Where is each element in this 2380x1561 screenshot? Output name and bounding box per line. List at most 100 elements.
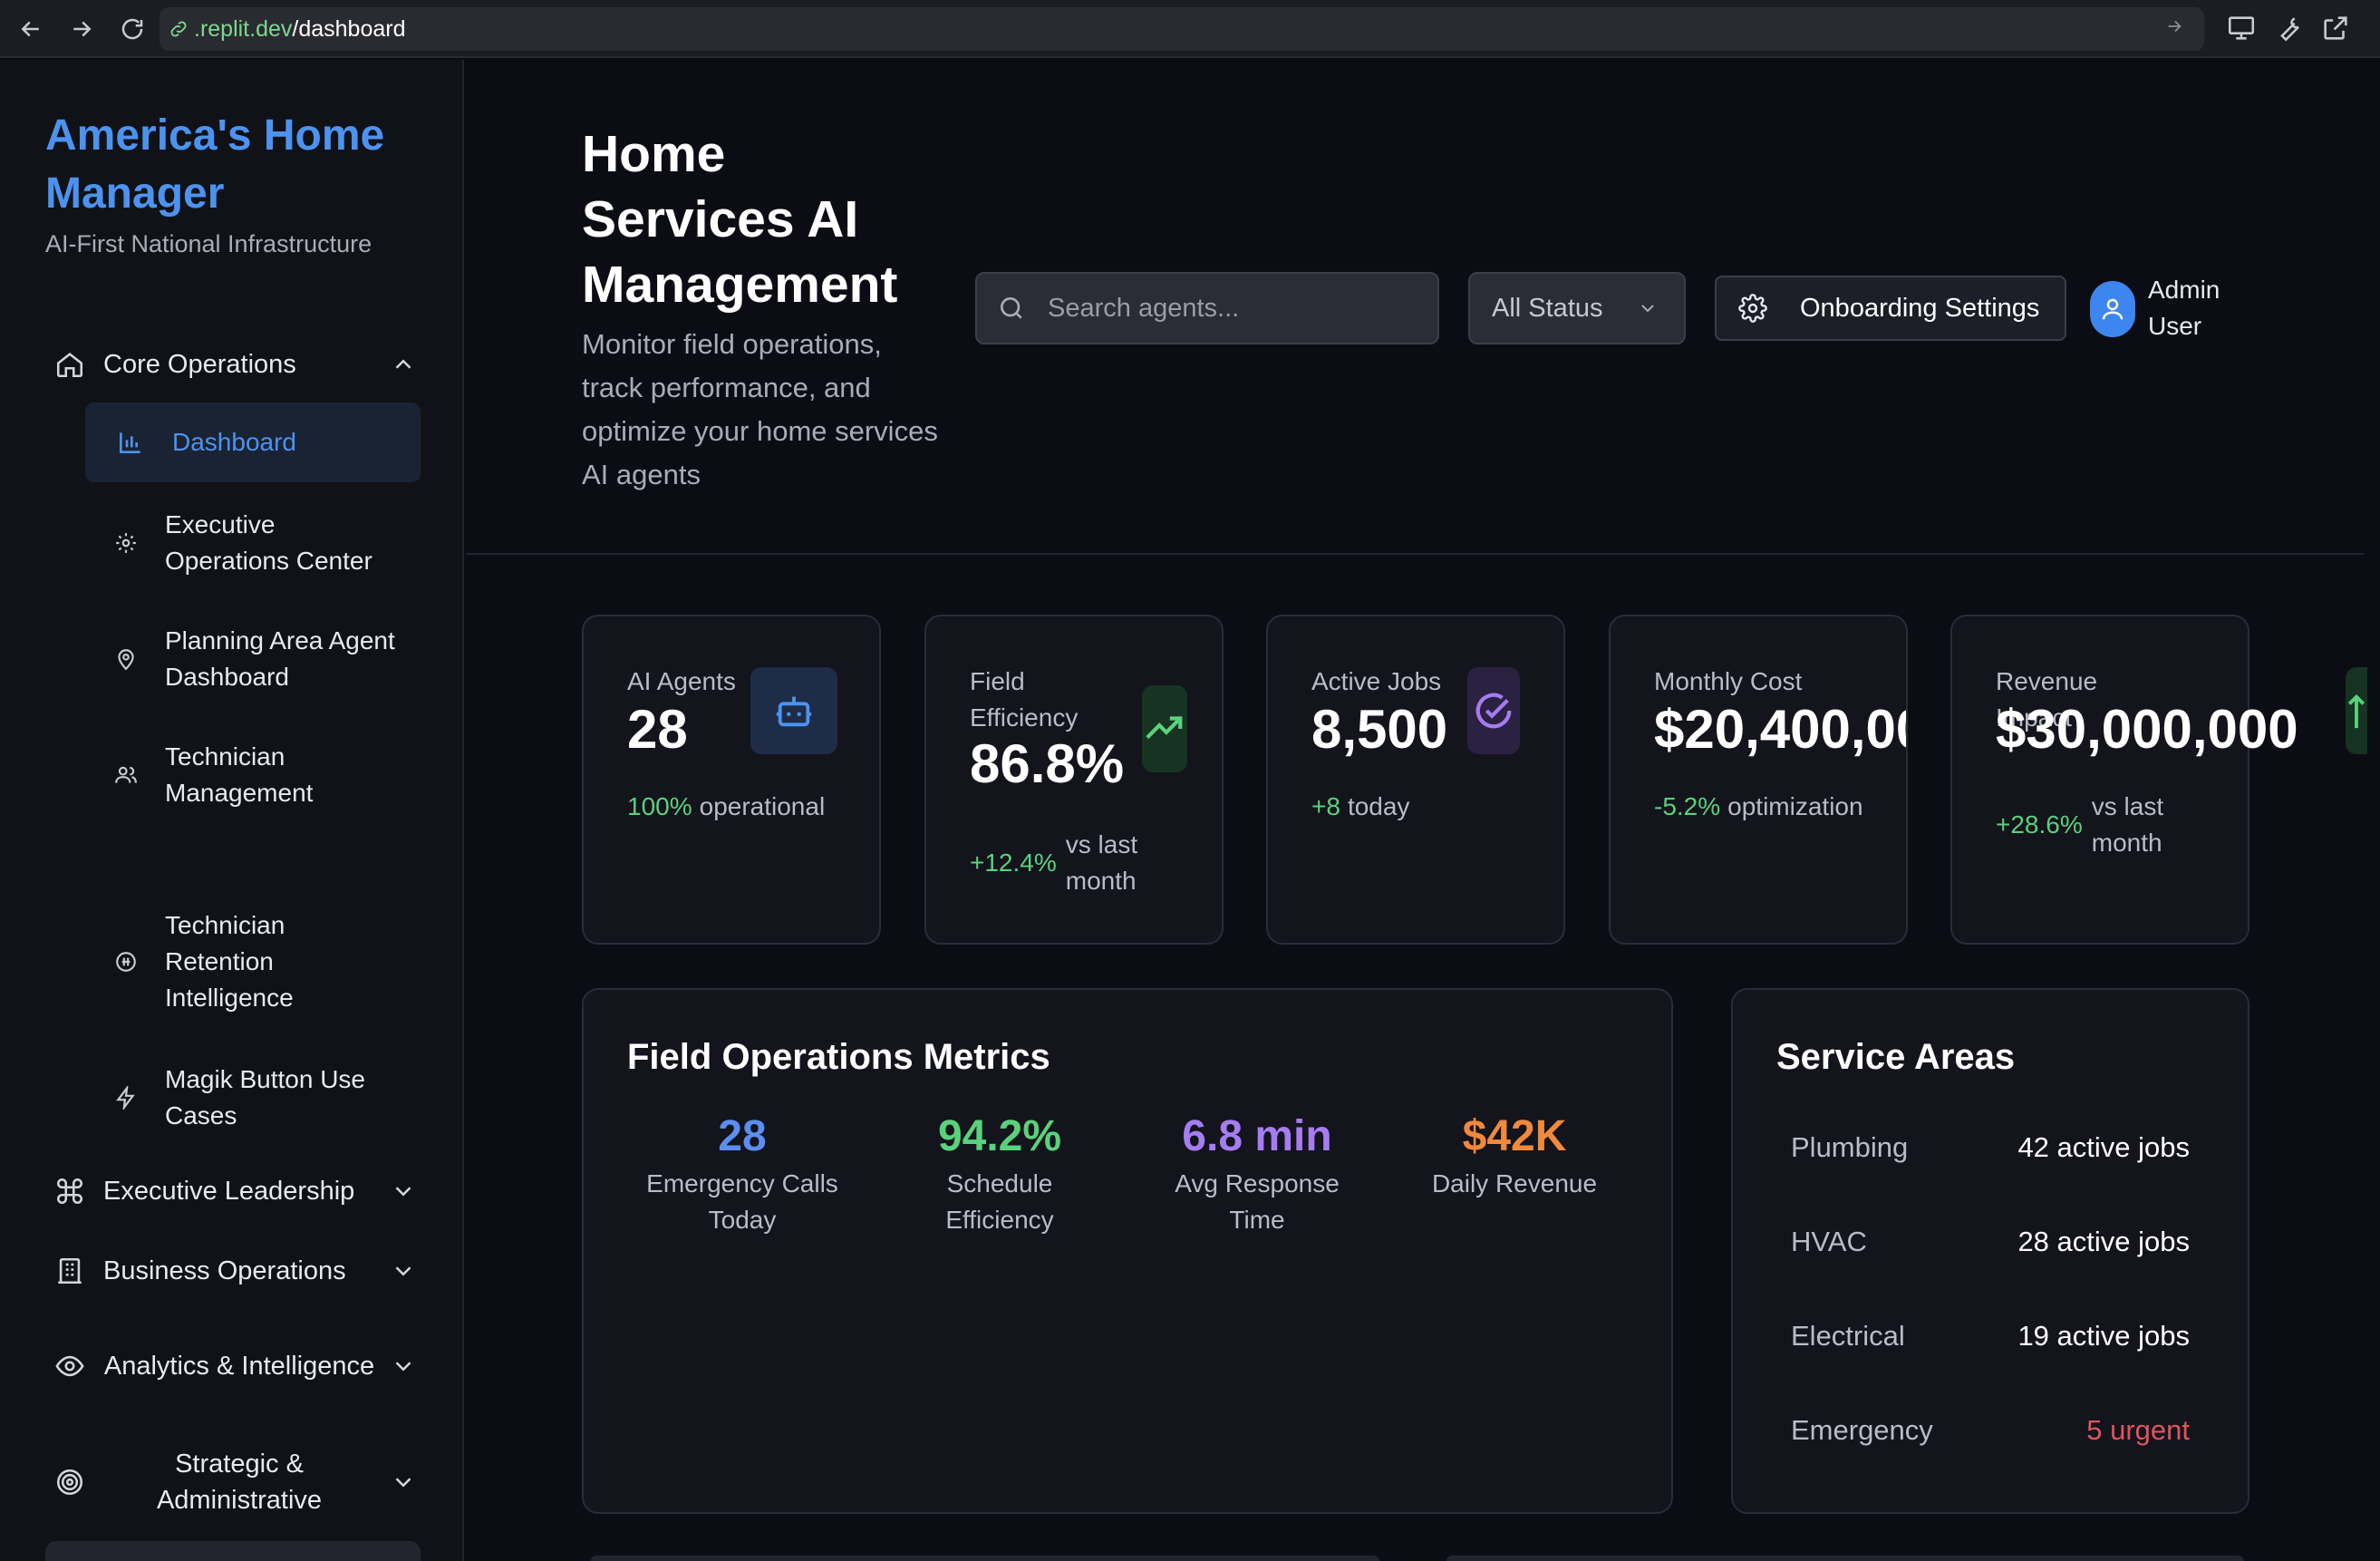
onboarding-settings-label: Onboarding Settings	[1800, 293, 2040, 323]
robot-icon	[750, 667, 837, 754]
stat-change-text: operational	[699, 792, 826, 820]
metric-label: Daily Revenue	[1431, 1169, 1598, 1197]
metric-schedule-efficiency: 94.2% Schedule Efficiency	[886, 1108, 1113, 1238]
nav-section-core-operations[interactable]: Core Operations	[54, 337, 417, 392]
metric-value: 28	[718, 1112, 767, 1160]
building-icon	[58, 1257, 82, 1285]
avatar[interactable]	[2090, 281, 2135, 337]
retention-icon	[116, 952, 136, 972]
external-link-icon[interactable]	[2320, 13, 2351, 44]
service-area-count: 5 urgent	[2086, 1414, 2190, 1446]
service-area-row-emergency: Emergency 5 urgent	[1791, 1414, 2190, 1447]
nav-section-label: Business Operations	[103, 1256, 346, 1285]
stat-change-value: 100%	[627, 792, 692, 820]
stat-change-value: -5.2%	[1654, 792, 1721, 820]
map-pin-icon	[118, 649, 134, 671]
url-domain: .replit.dev	[194, 15, 293, 42]
bar-chart-icon	[120, 432, 140, 453]
stat-value: $20,400,000	[1654, 699, 1906, 760]
back-icon[interactable]	[13, 11, 49, 47]
nav-item-label: Executive Operations Center	[165, 510, 372, 575]
chevron-down-icon	[395, 1478, 411, 1488]
metric-value: $42K	[1462, 1112, 1567, 1160]
users-icon	[115, 766, 137, 783]
metric-avg-response-time: 6.8 min Avg Response Time	[1144, 1108, 1370, 1238]
nav-section-executive-leadership[interactable]: Executive Leadership	[54, 1164, 417, 1218]
stat-change: +28.6% vs last month	[1996, 789, 2201, 861]
onboarding-settings-button[interactable]: Onboarding Settings	[1715, 276, 2066, 341]
chevron-up-icon	[395, 359, 411, 369]
service-area-count: 28 active jobs	[2017, 1226, 2190, 1257]
metric-emergency-calls: 28 Emergency Calls Today	[629, 1108, 856, 1238]
service-area-row-plumbing: Plumbing 42 active jobs	[1791, 1131, 2190, 1164]
stat-change: 100% operational	[627, 789, 825, 825]
service-area-count: 42 active jobs	[2017, 1131, 2190, 1163]
service-areas-panel: Service Areas Plumbing 42 active jobs HV…	[1731, 988, 2249, 1514]
stat-change-value: +8	[1311, 792, 1340, 820]
gear-icon	[116, 533, 136, 553]
search-field[interactable]	[975, 272, 1439, 344]
stat-change: +12.4% vs last month	[970, 827, 1175, 899]
status-filter-select[interactable]: All Status	[1468, 272, 1686, 344]
brand-title[interactable]: America's Home Manager	[45, 107, 426, 223]
stat-change-value: +28.6%	[1996, 810, 2083, 839]
nav-item-executive-operations-center[interactable]: Executive Operations Center	[85, 502, 421, 584]
url-bar[interactable]: .replit.dev/dashboard	[160, 7, 2204, 51]
service-area-name: Electrical	[1791, 1320, 1905, 1352]
gear-icon	[1738, 294, 1767, 323]
metric-value: 94.2%	[937, 1112, 1062, 1160]
eye-icon	[55, 1355, 84, 1377]
stat-change: +8 today	[1311, 789, 1409, 825]
stat-change-text: vs last month	[2091, 792, 2164, 857]
chevron-down-icon	[395, 1187, 411, 1197]
nav-section-label: Analytics & Intelligence	[103, 1352, 375, 1381]
trending-up-icon	[1142, 685, 1187, 772]
nav-item-technician-management[interactable]: Technician Management	[85, 734, 421, 816]
next-panel-edge	[591, 1556, 1379, 1561]
stat-label: Field Efficiency	[970, 667, 1079, 732]
nav-section-label: Strategic & Administrative	[156, 1450, 323, 1515]
nav-section-analytics-intelligence[interactable]: Analytics & Intelligence	[54, 1325, 417, 1407]
sidebar: America's Home Manager AI-First National…	[0, 60, 464, 1561]
go-arrow-icon[interactable]	[2164, 16, 2184, 36]
nav-item-label: Magik Button Use Cases	[165, 1065, 365, 1130]
nav-section-label: Core Operations	[103, 349, 296, 379]
lightning-icon	[116, 1086, 135, 1110]
link-icon	[170, 21, 187, 37]
search-icon	[1001, 297, 1022, 319]
stat-value: 28	[627, 699, 688, 760]
stat-label: Active Jobs	[1311, 667, 1442, 695]
stat-value: 86.8%	[970, 733, 1125, 794]
panel-title: Service Areas	[1776, 1037, 2016, 1077]
nav-item-magik-button-use-cases[interactable]: Magik Button Use Cases	[85, 1057, 421, 1139]
brand-subtitle: AI-First National Infrastructure	[45, 230, 372, 257]
stat-card-monthly-cost: Monthly Cost $20,400,000 -5.2% optimizat…	[1609, 615, 1908, 945]
nav-section-business-operations[interactable]: Business Operations	[54, 1244, 417, 1298]
monitor-icon[interactable]	[2226, 13, 2257, 44]
reload-icon[interactable]	[114, 11, 150, 47]
search-input[interactable]	[1048, 293, 1410, 324]
metric-label: Schedule Efficiency	[945, 1169, 1054, 1234]
stat-change-text: today	[1347, 792, 1410, 820]
chevron-down-icon	[1641, 305, 1654, 313]
field-operations-panel: Field Operations Metrics 28 Emergency Ca…	[582, 988, 1673, 1514]
service-area-row-electrical: Electrical 19 active jobs	[1791, 1320, 2190, 1353]
user-name: Admin User	[2148, 276, 2220, 340]
home-icon	[56, 353, 83, 378]
target-icon	[56, 1469, 83, 1496]
url-path: /dashboard	[292, 15, 406, 42]
forward-icon[interactable]	[63, 11, 100, 47]
metric-daily-revenue: $42K Daily Revenue	[1401, 1108, 1628, 1202]
nav-item-technician-retention-intelligence[interactable]: Technician Retention Intelligence	[85, 903, 421, 1021]
page-description: Monitor field operations, track performa…	[582, 328, 938, 490]
page-title: Home Services AI Management	[582, 125, 898, 314]
nav-section-strategic-administrative[interactable]: Strategic & Administrative	[54, 1441, 417, 1523]
browser-toolbar: .replit.dev/dashboard	[0, 0, 2380, 58]
nav-item-planning-area-agent-dashboard[interactable]: Planning Area Agent Dashboard	[85, 618, 421, 700]
wrench-icon[interactable]	[2273, 13, 2304, 44]
stat-card-field-efficiency: Field Efficiency 86.8% +12.4% vs last mo…	[924, 615, 1224, 945]
nav-item-label: Planning Area Agent Dashboard	[165, 626, 395, 691]
sidebar-footer-card	[45, 1541, 421, 1561]
status-filter-value: All Status	[1492, 293, 1603, 323]
nav-item-dashboard[interactable]: Dashboard	[85, 402, 421, 482]
